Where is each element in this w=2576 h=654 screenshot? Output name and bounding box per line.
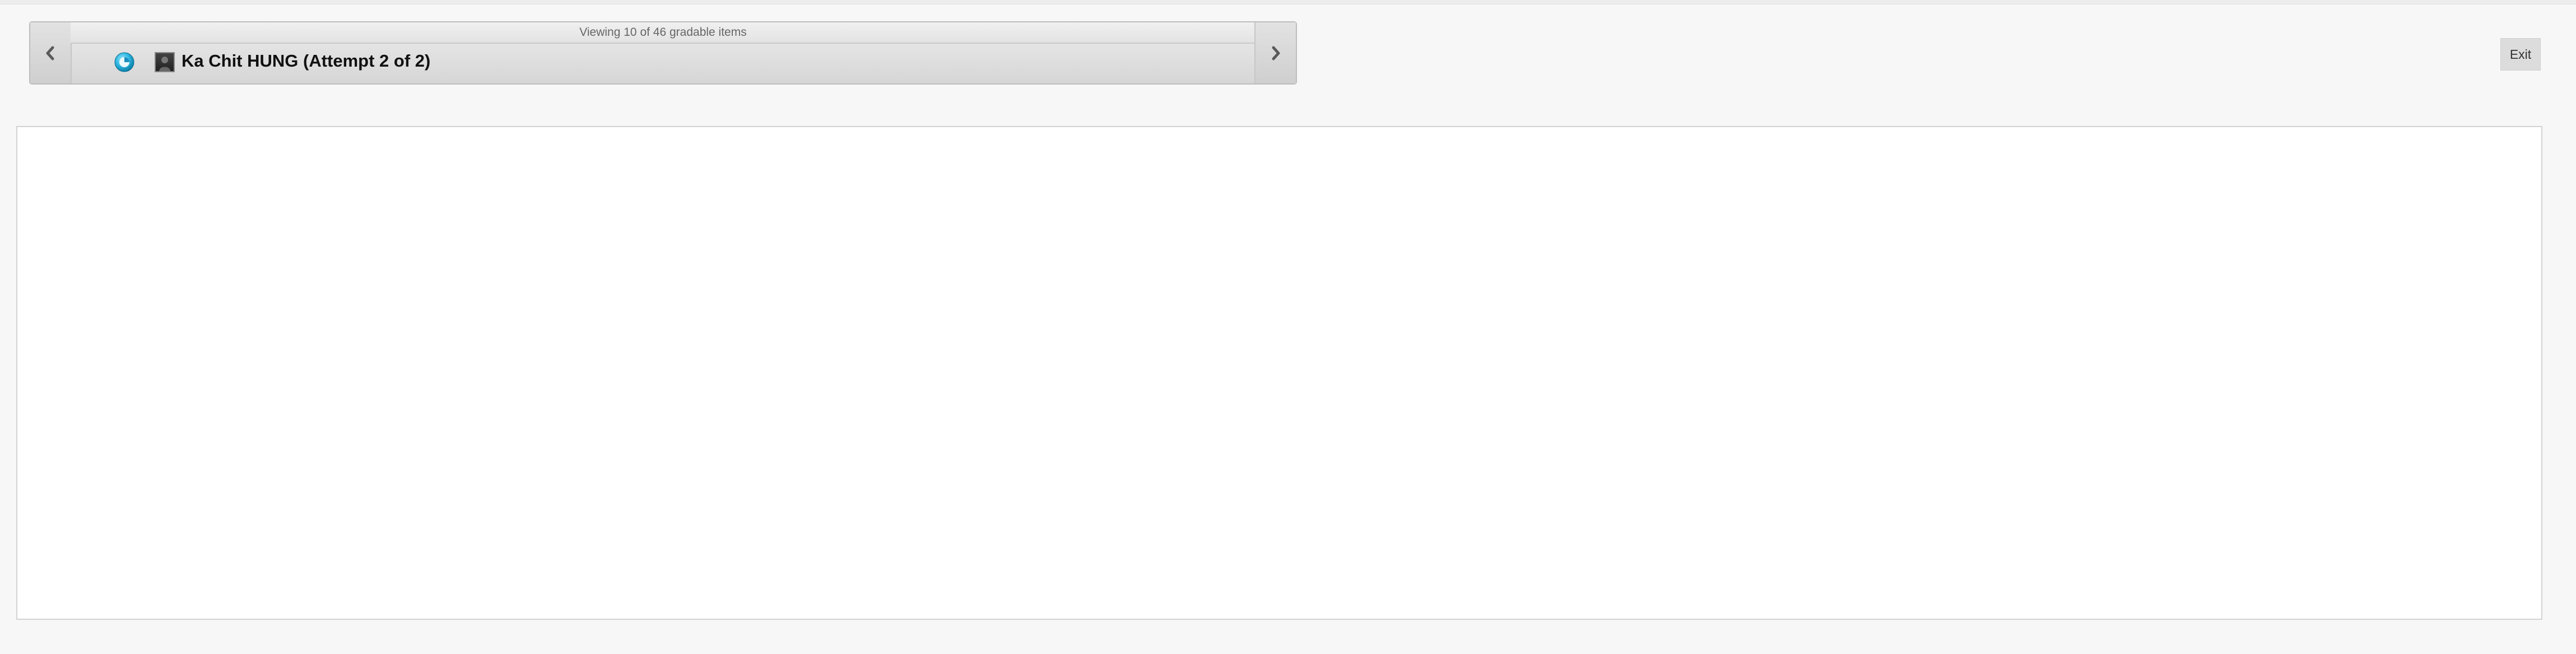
current-item-row[interactable]: Ka Chit HUNG (Attempt 2 of 2) — [71, 44, 1256, 83]
next-item-button[interactable] — [1254, 22, 1296, 83]
student-attempt-label[interactable]: Ka Chit HUNG (Attempt 2 of 2) — [182, 51, 430, 71]
user-silhouette-icon — [159, 57, 170, 71]
previous-item-button[interactable] — [30, 22, 72, 83]
gradable-item-navigator: Viewing 10 of 46 gradable items Ka Chit … — [29, 21, 1297, 85]
viewing-count-label: Viewing 10 of 46 gradable items — [71, 22, 1256, 44]
chevron-right-icon — [1272, 46, 1280, 60]
top-rule — [0, 0, 2576, 4]
in-progress-status-icon — [114, 52, 134, 72]
chevron-left-icon — [46, 46, 54, 60]
avatar — [155, 52, 175, 72]
exit-button[interactable]: Exit — [2500, 38, 2541, 71]
grading-content-panel — [16, 126, 2542, 620]
